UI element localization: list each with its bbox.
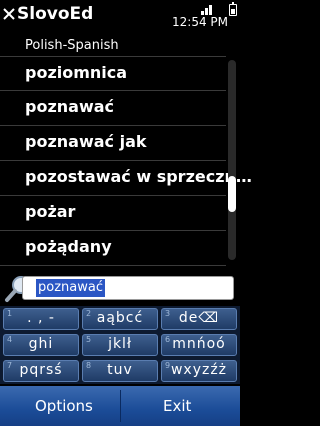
word-list: poziomnica poznawać poznawać jak pozosta… bbox=[0, 56, 252, 266]
list-item[interactable]: pozostawać w sprzeczn… bbox=[0, 161, 252, 196]
key-6[interactable]: 6 mnńoó bbox=[161, 334, 237, 356]
key-9[interactable]: 9 wxyzźż bbox=[161, 360, 237, 382]
list-item[interactable]: pożądany bbox=[0, 231, 226, 266]
key-1[interactable]: 1. , - bbox=[3, 308, 79, 330]
softkey-bar: Options Exit bbox=[0, 386, 240, 426]
list-item-label: poziomnica bbox=[25, 63, 128, 82]
options-button[interactable]: Options bbox=[35, 397, 93, 415]
key-chars: pqrsś bbox=[19, 362, 63, 378]
key-7[interactable]: 7 pqrsś bbox=[3, 360, 79, 382]
scrollbar-thumb[interactable] bbox=[228, 176, 236, 212]
scrollbar[interactable] bbox=[228, 60, 236, 260]
key-chars: mnńoó bbox=[172, 336, 226, 352]
list-item-label: poznawać bbox=[25, 97, 115, 116]
list-item[interactable]: poznawać jak bbox=[0, 126, 226, 161]
key-chars: wxyzźż bbox=[170, 362, 228, 378]
key-chars: tuv bbox=[107, 362, 133, 378]
key-2[interactable]: 2 aąbcć bbox=[82, 308, 158, 330]
key-chars: ghi bbox=[28, 336, 54, 352]
exit-button[interactable]: Exit bbox=[163, 397, 191, 415]
list-item[interactable]: pożar bbox=[0, 196, 226, 231]
list-item-label: pozostawać w sprzeczn… bbox=[25, 167, 252, 186]
keypad: 1. , - 2 aąbcć 3 de⌫ 4 ghi 5 jklł 6 mnńoó 7 pq… bbox=[0, 306, 240, 384]
key-chars: jklł bbox=[108, 336, 132, 352]
key-chars: . , - bbox=[27, 310, 55, 326]
search-input-value: poznawać bbox=[36, 279, 105, 297]
softkey-divider bbox=[120, 390, 121, 422]
title-bar: SlovoEd 12:54 PM bbox=[0, 0, 240, 34]
list-item[interactable]: poziomnica bbox=[0, 56, 226, 91]
signal-icon bbox=[201, 5, 212, 15]
app-title: SlovoEd bbox=[17, 4, 94, 24]
list-item-label: pożądany bbox=[25, 237, 112, 256]
key-5[interactable]: 5 jklł bbox=[82, 334, 158, 356]
key-3[interactable]: 3 de⌫ bbox=[161, 308, 237, 330]
clock: 12:54 PM bbox=[172, 15, 228, 29]
key-4[interactable]: 4 ghi bbox=[3, 334, 79, 356]
key-chars: aąbcć bbox=[96, 310, 144, 326]
search-input[interactable]: poznawać bbox=[22, 276, 234, 300]
list-item-label: pożar bbox=[25, 202, 76, 221]
list-item[interactable]: poznawać bbox=[0, 91, 226, 126]
battery-icon bbox=[229, 2, 237, 16]
list-item-label: poznawać jak bbox=[25, 132, 147, 151]
close-icon[interactable] bbox=[2, 7, 16, 21]
dictionary-name: Polish-Spanish bbox=[25, 38, 119, 53]
key-8[interactable]: 8 tuv bbox=[82, 360, 158, 382]
key-chars: de⌫ bbox=[178, 310, 220, 326]
